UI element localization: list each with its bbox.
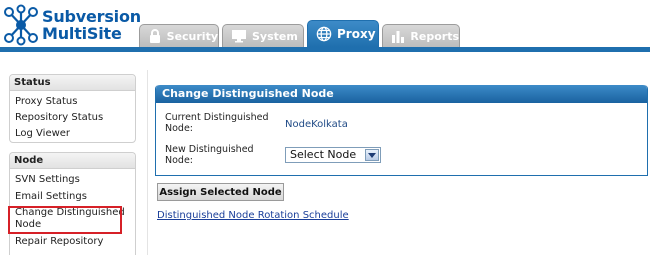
tab-security[interactable]: Security	[139, 24, 219, 47]
tab-reports[interactable]: Reports	[382, 24, 460, 47]
sidebar-item-repair-repository[interactable]: Repair Repository	[10, 233, 135, 250]
current-node-label: Current Distinguished Node:	[165, 112, 269, 134]
sidebar-status-heading: Status	[10, 75, 135, 91]
tab-system-label: System	[252, 29, 298, 43]
current-node-value: NodeKolkata	[285, 119, 348, 130]
sidebar-node-section: Node SVN Settings Email Settings Change …	[9, 152, 136, 255]
tabs-underline	[0, 47, 650, 52]
network-logo-icon	[4, 4, 38, 46]
content-divider	[147, 70, 148, 255]
node-select-value: Select Node	[290, 148, 357, 161]
sidebar-item-email-settings[interactable]: Email Settings	[10, 188, 135, 205]
sidebar-status-section: Status Proxy Status Repository Status Lo…	[9, 74, 136, 143]
globe-icon	[316, 26, 332, 42]
sidebar-item-svn-settings[interactable]: SVN Settings	[10, 171, 135, 188]
tab-system[interactable]: System	[222, 24, 304, 47]
assign-selected-node-button[interactable]: Assign Selected Node	[157, 183, 284, 201]
sidebar-node-heading: Node	[10, 153, 135, 169]
panel-title: Change Distinguished Node	[156, 85, 647, 103]
sidebar-item-repository-status[interactable]: Repository Status	[10, 110, 135, 126]
logo-line-2: MultiSite	[42, 24, 122, 43]
tab-reports-label: Reports	[410, 29, 459, 43]
tab-security-label: Security	[166, 29, 218, 43]
rotation-schedule-link[interactable]: Distinguished Node Rotation Schedule	[157, 210, 349, 221]
app-logo-text: Subversion MultiSite	[42, 8, 141, 42]
selected-item-highlight	[8, 206, 122, 234]
logo-line-1: Subversion	[42, 7, 141, 26]
sidebar-item-proxy-status[interactable]: Proxy Status	[10, 94, 135, 110]
node-select[interactable]: Select Node	[285, 147, 381, 163]
lock-icon	[148, 28, 162, 44]
tab-proxy-label: Proxy	[337, 27, 376, 41]
monitor-icon	[231, 28, 247, 44]
chevron-down-icon[interactable]	[365, 149, 379, 161]
bar-chart-icon	[391, 28, 405, 44]
app-header: Subversion MultiSite Security System Pro…	[0, 0, 650, 52]
sidebar-item-log-viewer[interactable]: Log Viewer	[10, 126, 135, 142]
tab-proxy[interactable]: Proxy	[307, 20, 379, 47]
new-node-label: New Distinguished Node:	[165, 144, 254, 166]
